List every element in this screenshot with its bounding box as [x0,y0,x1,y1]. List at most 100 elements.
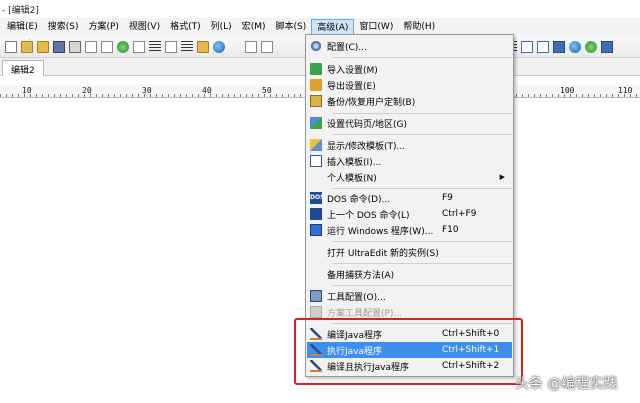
lines-icon[interactable] [149,40,161,53]
menu-item-edit-template[interactable]: 显示/修改模板(T)... [307,137,512,153]
menu-item-label: DOS 命令(D)... [327,194,391,205]
menu-item-label: 备份/恢复用户定制(B) [327,97,416,108]
menu-item-personal-template[interactable]: 个人模板(N) ▶ [307,169,512,185]
ruler-label: 20 [82,86,92,95]
gear-icon [310,40,322,52]
print-icon[interactable] [69,40,81,53]
ruler-label: 10 [22,86,32,95]
insert-template-icon [310,155,322,167]
menu-item-label: 运行 Windows 程序(W)... [327,226,434,237]
menu-advanced[interactable]: 高级(A) [311,19,355,35]
tab-editor-2[interactable]: 编辑2 [2,60,44,76]
menu-item-label: 配置(C)... [327,42,367,53]
run-icon [310,224,322,236]
menu-separator [332,113,512,114]
paste-icon[interactable] [261,40,273,53]
blank-icon [310,268,322,280]
menu-search[interactable]: 搜索(S) [43,19,84,35]
menu-item-insert-template[interactable]: 插入模板(I)... [307,153,512,169]
ruler-label: 40 [202,86,212,95]
new-file-icon[interactable] [5,40,17,53]
region-icon [310,117,322,129]
window-title: - [编辑2] [0,0,640,18]
menu-item-shortcut: F10 [442,225,459,235]
menu-item-label: 打开 UltraEdit 新的实例(S) [327,248,439,259]
copy-icon[interactable] [245,40,257,53]
template-icon [310,139,322,151]
submenu-arrow-icon: ▶ [499,173,505,181]
open-recent-icon[interactable] [37,40,49,53]
menu-item-label: 导出设置(E) [327,81,376,92]
menu-item-label: 方案工具配置(P)... [327,308,403,319]
window-title-text: - [编辑2] [2,6,39,16]
menu-item-backup[interactable]: 备份/恢复用户定制(B) [307,93,512,109]
menu-item-config[interactable]: 配置(C)... [307,38,512,54]
menu-separator [332,285,512,286]
menu-item-label: 导入设置(M) [327,65,378,76]
menu-item-shortcut: F9 [442,193,453,203]
ruler-label: 100 [560,86,575,95]
menu-window[interactable]: 窗口(W) [354,19,398,35]
document-icon[interactable] [101,40,113,53]
ruler-label: 30 [142,86,152,95]
ftp-icon[interactable] [585,40,597,53]
menu-item-label: 上一个 DOS 命令(L) [327,210,410,221]
highlight-annotation-box [294,318,523,385]
menu-column[interactable]: 列(L) [206,19,237,35]
split-vertical-icon[interactable] [537,40,549,53]
menu-macro[interactable]: 宏(M) [237,19,271,35]
page-icon[interactable] [133,40,145,53]
book-icon[interactable] [197,40,209,53]
menu-item-new-instance[interactable]: 打开 UltraEdit 新的实例(S) [307,244,512,260]
menu-item-shortcut: Ctrl+F9 [442,209,477,219]
help-icon[interactable] [601,40,613,53]
backup-icon [310,95,322,107]
browser-icon[interactable] [569,40,581,53]
watermark-text: 头条 @编程实践 [515,376,618,392]
menu-item-last-dos[interactable]: 上一个 DOS 命令(L) Ctrl+F9 [307,206,512,222]
menu-separator [332,134,512,135]
menu-item-label: 备用捕获方法(A) [327,270,395,281]
blank-icon [310,171,322,183]
menu-script[interactable]: 脚本(S) [270,19,311,35]
menu-item-codepage[interactable]: 设置代码页/地区(G) [307,115,512,131]
menu-item-label: 个人模板(N) [327,173,377,184]
print-preview-icon[interactable] [85,40,97,53]
ruler-label: 50 [262,86,272,95]
project-tool-icon [310,306,322,318]
tool-config-icon [310,290,322,302]
dos-repeat-icon [310,208,322,220]
menu-format[interactable]: 格式(T) [165,19,206,35]
menu-item-capture[interactable]: 备用捕获方法(A) [307,266,512,282]
menu-help[interactable]: 帮助(H) [398,19,440,35]
ruler-label: 110 [618,86,633,95]
scissors-icon[interactable] [229,41,241,53]
menu-item-import-settings[interactable]: 导入设置(M) [307,61,512,77]
excel-icon[interactable] [117,40,129,53]
menu-item-label: 设置代码页/地区(G) [327,119,408,130]
menu-separator [332,188,512,189]
toolbar-divider [29,39,30,54]
cascade-icon[interactable] [553,40,565,53]
save-icon[interactable] [53,40,65,53]
menu-item-dos-command[interactable]: DOS DOS 命令(D)... F9 [307,190,512,206]
menu-item-label: 工具配置(O)... [327,292,386,303]
menu-item-export-settings[interactable]: 导出设置(E) [307,77,512,93]
globe-icon[interactable] [213,40,225,53]
menu-view[interactable]: 视图(V) [124,19,165,35]
menu-separator [332,263,512,264]
menu-item-label: 显示/修改模板(T)... [327,141,406,152]
export-icon [310,79,322,91]
menu-project[interactable]: 方案(P) [83,19,123,35]
split-horizontal-icon[interactable] [521,40,533,53]
menu-item-run-windows[interactable]: 运行 Windows 程序(W)... F10 [307,222,512,238]
menu-item-label: 插入模板(I)... [327,157,382,168]
import-icon [310,63,322,75]
wrap-icon[interactable] [165,40,177,53]
column-icon[interactable] [181,40,193,53]
open-folder-icon[interactable] [21,40,33,53]
menu-edit[interactable]: 编辑(E) [2,19,43,35]
menu-item-tool-config[interactable]: 工具配置(O)... [307,288,512,304]
dos-icon: DOS [310,192,324,204]
menu-separator [332,241,512,242]
